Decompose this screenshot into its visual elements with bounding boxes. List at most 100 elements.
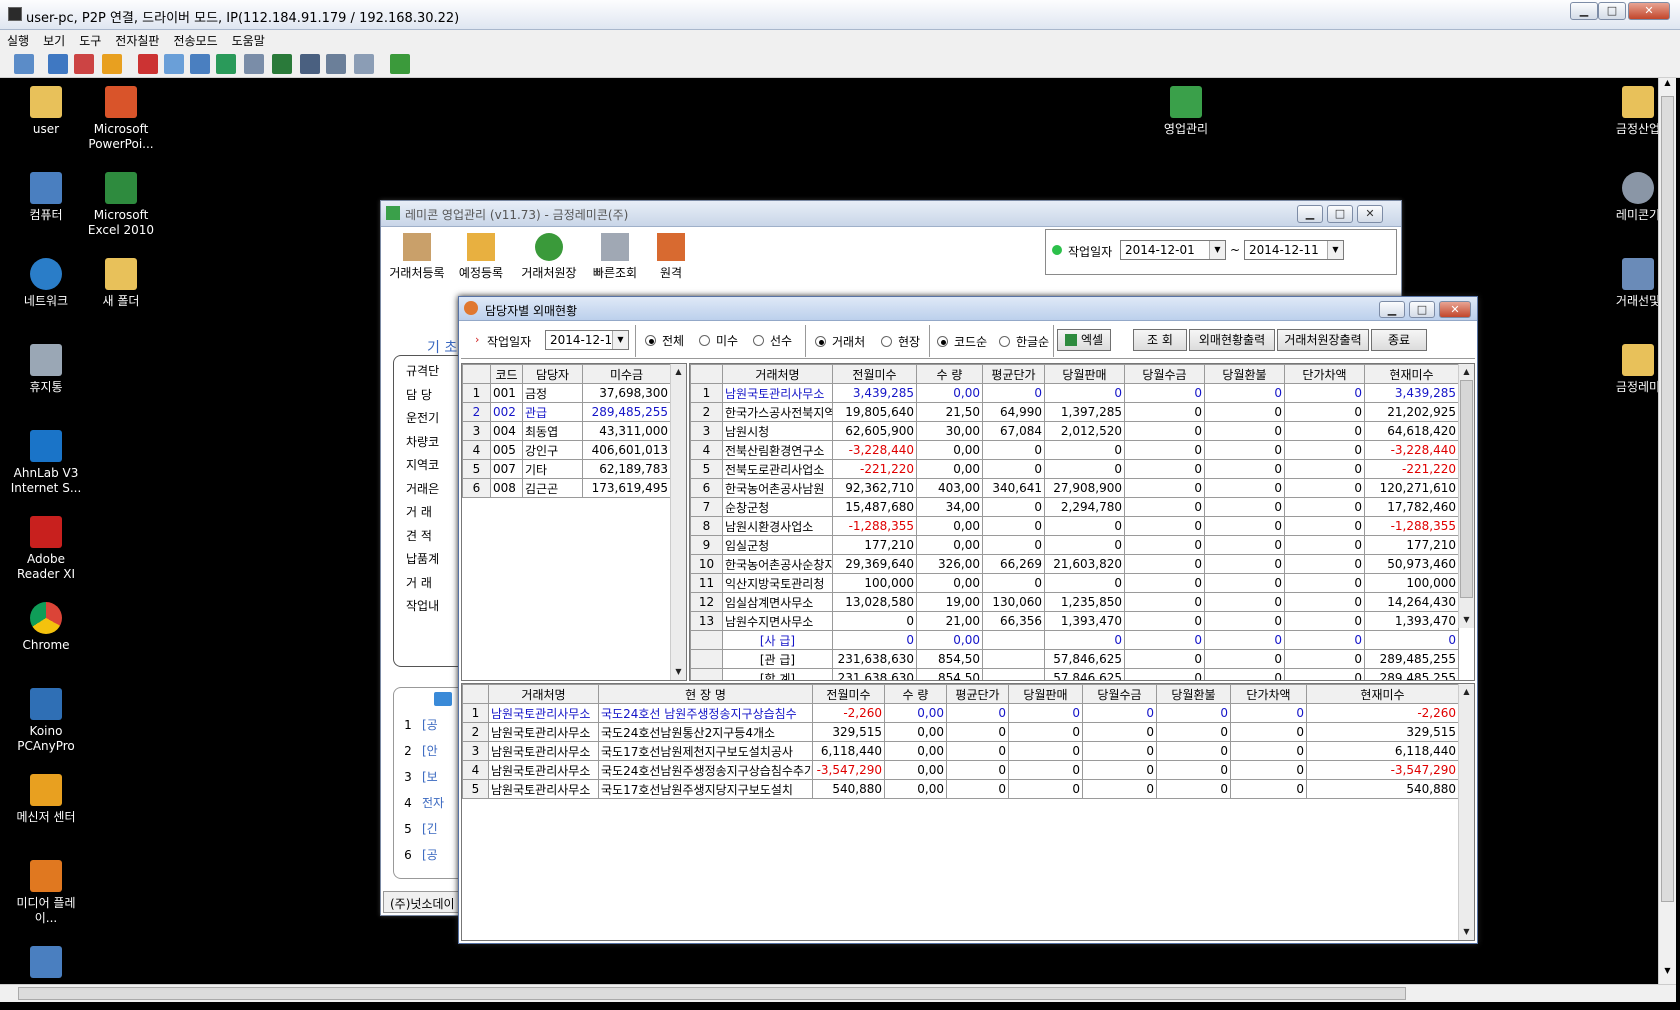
table-cell[interactable]: 34,00 bbox=[916, 497, 983, 517]
table-cell[interactable]: 금정 bbox=[522, 383, 583, 403]
row-number[interactable]: 8 bbox=[690, 516, 723, 536]
table-cell[interactable]: 남원국토관리사무소 bbox=[488, 703, 599, 723]
col-header[interactable]: 현재미수 bbox=[1364, 364, 1459, 384]
table-cell[interactable]: -221,220 bbox=[1364, 459, 1459, 479]
settings-icon[interactable] bbox=[354, 54, 374, 74]
table-cell[interactable]: 0 bbox=[1230, 760, 1307, 780]
row-number[interactable]: 1 bbox=[462, 383, 491, 403]
table-cell[interactable]: 0 bbox=[1204, 497, 1285, 517]
monitor-icon[interactable] bbox=[48, 54, 68, 74]
desktop-icon-chrome[interactable]: Chrome bbox=[6, 602, 86, 653]
table-cell[interactable]: 005 bbox=[490, 440, 523, 460]
table-row[interactable]: 2 남원국토관리사무소 국도24호선남원통산2지구등4개소 329,515 0,00 0 0… bbox=[462, 722, 1459, 742]
table-row[interactable]: 5 전북도로관리사업소 -221,220 0,00 0 0 0 0 0 -221,220 bbox=[690, 459, 1459, 479]
desktop-icon-recycle-bin[interactable]: 휴지통 bbox=[6, 344, 86, 395]
record-icon[interactable] bbox=[74, 54, 94, 74]
table-cell[interactable]: 0,00 bbox=[916, 535, 983, 555]
table-cell[interactable]: -2,260 bbox=[812, 703, 885, 723]
table-cell[interactable]: 0 bbox=[982, 516, 1045, 536]
table-cell[interactable]: 21,202,925 bbox=[1364, 402, 1459, 422]
table-cell[interactable]: 1,235,850 bbox=[1044, 592, 1125, 612]
table-cell[interactable]: 0 bbox=[1124, 383, 1205, 403]
scroll-down-arrow[interactable]: ▼ bbox=[671, 664, 686, 679]
radio-unpaid[interactable]: 미수 bbox=[699, 332, 738, 349]
table-cell[interactable]: 0,00 bbox=[884, 779, 947, 799]
table-cell[interactable]: 0 bbox=[982, 573, 1045, 593]
notice-item[interactable]: 6 [공 bbox=[394, 842, 464, 868]
table-cell[interactable]: 임실삼계면사무소 bbox=[722, 592, 833, 612]
table-row[interactable]: 4 전북산림환경연구소 -3,228,440 0,00 0 0 0 0 0 -3,228,440 bbox=[690, 440, 1459, 460]
row-number[interactable]: 5 bbox=[462, 779, 489, 799]
col-header[interactable]: 당월판매 bbox=[1044, 364, 1125, 384]
main-close-button[interactable]: ✕ bbox=[1357, 205, 1383, 223]
file-transfer-icon[interactable] bbox=[190, 54, 210, 74]
main-minimize-button[interactable]: ▁ bbox=[1297, 205, 1323, 223]
table-cell[interactable]: 340,641 bbox=[982, 478, 1045, 498]
menu-whiteboard[interactable]: 전자칠판 bbox=[108, 30, 166, 49]
table-cell[interactable]: 임실군청 bbox=[722, 535, 833, 555]
table-row[interactable]: 5 남원국토관리사무소 국도17호선남원주생지당지구보도설치 540,880 0,00 0… bbox=[462, 779, 1459, 799]
query-button[interactable]: 조 회 bbox=[1133, 329, 1187, 351]
desktop-icon-computer[interactable]: 컴퓨터 bbox=[6, 172, 86, 223]
remote-horizontal-scrollbar[interactable] bbox=[0, 984, 1676, 1002]
maximize-button[interactable]: □ bbox=[1598, 2, 1626, 20]
table-cell[interactable]: -221,220 bbox=[832, 459, 917, 479]
row-number[interactable]: 5 bbox=[690, 459, 723, 479]
table-cell[interactable]: 0 bbox=[1124, 516, 1205, 536]
table-cell[interactable]: -3,547,290 bbox=[1306, 760, 1459, 780]
col-header[interactable]: 코드 bbox=[490, 364, 523, 384]
table-cell[interactable]: 익산지방국토관리청 bbox=[722, 573, 833, 593]
main-maximize-button[interactable]: □ bbox=[1327, 205, 1353, 223]
scroll-up-arrow[interactable]: ▲ bbox=[1659, 78, 1676, 94]
row-number[interactable]: 6 bbox=[462, 478, 491, 498]
remote-vertical-scrollbar[interactable]: ▲ ▼ bbox=[1658, 78, 1676, 984]
table-cell[interactable]: 0 bbox=[1204, 383, 1285, 403]
table-cell[interactable]: 0 bbox=[1124, 440, 1205, 460]
col-header[interactable]: 전월미수 bbox=[812, 684, 885, 704]
table-cell[interactable]: 한국농어촌공사순창지 bbox=[722, 554, 833, 574]
ribbon-schedule-register[interactable]: 예정등록 bbox=[453, 229, 509, 287]
table-cell[interactable]: 0 bbox=[1082, 703, 1157, 723]
table-cell[interactable]: 0 bbox=[1204, 592, 1285, 612]
table-cell[interactable]: 289,485,255 bbox=[582, 402, 671, 422]
desktop-icon-partial[interactable] bbox=[6, 946, 86, 982]
table-cell[interactable]: 0 bbox=[1204, 440, 1285, 460]
table-row[interactable]: 4 005 강인구 406,601,013 bbox=[462, 440, 671, 460]
row-number[interactable]: 3 bbox=[462, 421, 491, 441]
table-cell[interactable]: 0 bbox=[1044, 383, 1125, 403]
table-cell[interactable]: 100,000 bbox=[1364, 573, 1459, 593]
chat-icon[interactable] bbox=[164, 54, 184, 74]
table-cell[interactable]: 0 bbox=[1044, 459, 1125, 479]
table-cell[interactable]: 0 bbox=[1156, 741, 1231, 761]
side-item[interactable]: 거래은 bbox=[406, 478, 439, 502]
desktop-icon-ahnlab[interactable]: AhnLab V3 Internet S... bbox=[6, 430, 86, 496]
table-cell[interactable]: 329,515 bbox=[1306, 722, 1459, 742]
table-cell[interactable]: 0 bbox=[1082, 760, 1157, 780]
scroll-down-arrow[interactable]: ▼ bbox=[1459, 612, 1474, 627]
notice-item[interactable]: 2 [안 bbox=[394, 738, 464, 764]
table-cell[interactable]: 30,00 bbox=[916, 421, 983, 441]
desktop-icon-new-folder[interactable]: 새 폴더 bbox=[81, 258, 161, 309]
table-cell[interactable]: 0 bbox=[1284, 421, 1365, 441]
scroll-up-arrow[interactable]: ▲ bbox=[671, 364, 686, 379]
table-cell[interactable]: 19,00 bbox=[916, 592, 983, 612]
desktop-icon-pcanypro[interactable]: Koino PCAnyPro bbox=[6, 688, 86, 754]
table-cell[interactable]: 1,397,285 bbox=[1044, 402, 1125, 422]
row-number[interactable]: 11 bbox=[690, 573, 723, 593]
table-cell[interactable]: 17,782,460 bbox=[1364, 497, 1459, 517]
row-number[interactable]: 1 bbox=[462, 703, 489, 723]
table-cell[interactable]: 002 bbox=[490, 402, 523, 422]
table-cell[interactable]: 007 bbox=[490, 459, 523, 479]
row-number[interactable]: 3 bbox=[462, 741, 489, 761]
table-cell[interactable]: 406,601,013 bbox=[582, 440, 671, 460]
table-cell[interactable]: 국도24호선남원주생정송지구상습침수추가 bbox=[598, 760, 813, 780]
row-number[interactable]: 4 bbox=[690, 440, 723, 460]
table-row[interactable]: 7 순창군청 15,487,680 34,00 0 2,294,780 0 0 0 17,782,… bbox=[690, 497, 1459, 517]
table-cell[interactable]: 0 bbox=[1284, 459, 1365, 479]
row-number[interactable]: 5 bbox=[462, 459, 491, 479]
table-cell[interactable]: 62,189,783 bbox=[582, 459, 671, 479]
table-cell[interactable]: 국도24호선남원통산2지구등4개소 bbox=[598, 722, 813, 742]
scroll-down-arrow[interactable]: ▼ bbox=[1659, 966, 1676, 982]
col-header[interactable]: 단가차액 bbox=[1284, 364, 1365, 384]
table-cell[interactable]: 0 bbox=[1124, 535, 1205, 555]
